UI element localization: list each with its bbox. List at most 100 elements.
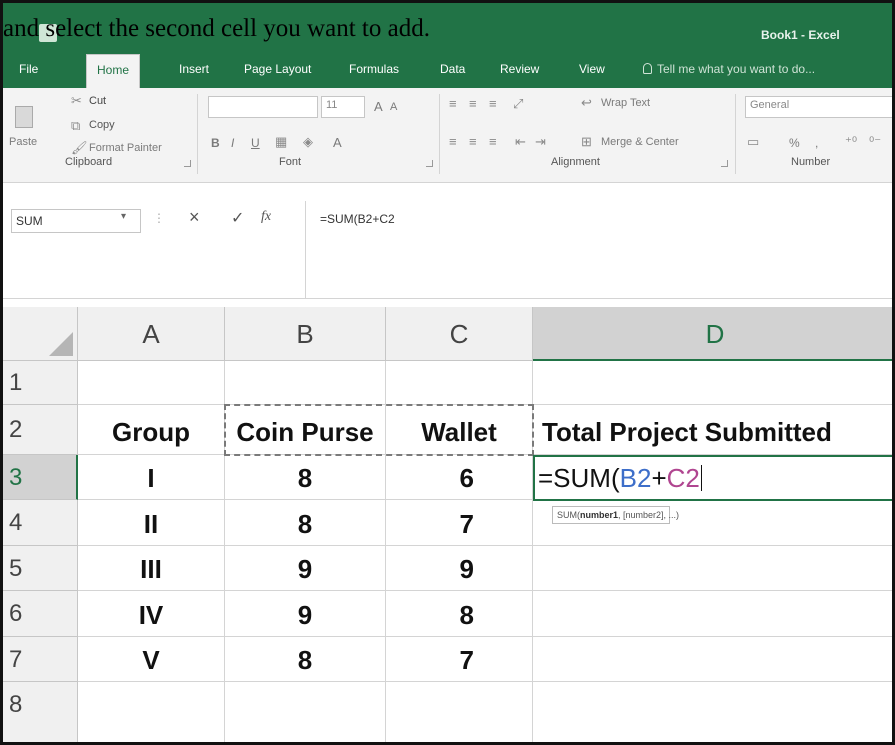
tab-page-layout[interactable]: Page Layout (244, 62, 311, 76)
tab-view[interactable]: View (579, 62, 605, 76)
column-header-b[interactable]: B (225, 307, 386, 361)
ribbon-tabs: File Home Insert Page Layout Formulas Da… (3, 48, 892, 88)
row-header-5[interactable]: 5 (3, 546, 78, 591)
cell-b8[interactable] (225, 682, 386, 742)
table-cell[interactable]: 7 (386, 637, 533, 682)
fill-color-icon[interactable]: ◈ (303, 134, 313, 150)
font-size-field[interactable]: 11 (321, 96, 365, 118)
row-header-6[interactable]: 6 (3, 591, 78, 637)
cell-a2-header[interactable]: Group (78, 405, 225, 455)
row-header-2[interactable]: 2 (3, 405, 78, 455)
align-right-icon[interactable]: ≡ (489, 134, 497, 149)
table-cell[interactable]: 9 (386, 546, 533, 591)
underline-button[interactable]: U (251, 136, 260, 150)
tab-data[interactable]: Data (440, 62, 465, 76)
bottom-align-icon[interactable]: ≡ (489, 96, 497, 111)
row-header-3[interactable]: 3 (3, 455, 78, 500)
cell-d2-header[interactable]: Total Project Submitted (533, 405, 892, 455)
cell-a8[interactable] (78, 682, 225, 742)
table-cell[interactable]: V (78, 637, 225, 682)
cell-d7[interactable] (533, 637, 892, 682)
align-left-icon[interactable]: ≡ (449, 134, 457, 149)
active-cell-d3[interactable]: =SUM(B2+C2 (533, 455, 892, 501)
tell-me-search[interactable]: Tell me what you want to do... (643, 62, 815, 76)
row-header-4[interactable]: 4 (3, 500, 78, 546)
lightbulb-icon (643, 63, 652, 74)
tooltip-arg1[interactable]: number1 (580, 510, 618, 520)
group-divider (197, 94, 198, 174)
table-cell[interactable]: 7 (386, 500, 533, 546)
orientation-icon[interactable]: ⤢ (513, 96, 523, 112)
tab-insert[interactable]: Insert (179, 62, 209, 76)
paste-icon[interactable] (15, 106, 33, 128)
cell-a1[interactable] (78, 361, 225, 405)
table-cell[interactable]: 8 (225, 455, 386, 500)
cell-b1[interactable] (225, 361, 386, 405)
table-cell[interactable]: 8 (225, 500, 386, 546)
tab-home[interactable]: Home (86, 54, 141, 88)
top-align-icon[interactable]: ≡ (449, 96, 457, 111)
table-cell[interactable]: I (78, 455, 225, 500)
grow-font-button[interactable]: A (374, 99, 383, 114)
cell-c8[interactable] (386, 682, 533, 742)
drag-handle-icon[interactable]: ⋮ (153, 211, 165, 225)
paste-button[interactable]: Paste (9, 136, 37, 148)
cell-c2-header[interactable]: Wallet (386, 405, 533, 455)
shrink-font-button[interactable]: A (390, 101, 397, 113)
insert-function-button[interactable]: fx (261, 209, 271, 225)
borders-icon[interactable]: ▦ (275, 134, 287, 150)
cancel-icon[interactable]: × (189, 207, 200, 228)
table-cell[interactable]: IV (78, 591, 225, 637)
decrease-indent-icon[interactable]: ⇤ (515, 134, 526, 150)
increase-decimal-icon[interactable]: ⁺⁰ (845, 134, 857, 150)
font-color-button[interactable]: A (333, 135, 342, 150)
cut-button[interactable]: Cut (89, 95, 106, 107)
tab-review[interactable]: Review (500, 62, 539, 76)
alignment-launcher-icon[interactable] (721, 160, 728, 167)
formula-input[interactable]: =SUM(B2+C2 (305, 201, 892, 299)
row-header-8[interactable]: 8 (3, 682, 78, 742)
formula-prefix: =SUM( (538, 463, 620, 493)
font-launcher-icon[interactable] (426, 160, 433, 167)
table-cell[interactable]: II (78, 500, 225, 546)
format-painter-button[interactable]: Format Painter (89, 142, 162, 154)
clipboard-launcher-icon[interactable] (184, 160, 191, 167)
decrease-decimal-icon[interactable]: ⁰⁻ (869, 134, 881, 150)
increase-indent-icon[interactable]: ⇥ (535, 134, 546, 150)
copy-button[interactable]: Copy (89, 119, 115, 131)
cell-d8[interactable] (533, 682, 892, 742)
tab-formulas[interactable]: Formulas (349, 62, 399, 76)
bold-button[interactable]: B (211, 136, 220, 150)
row-header-7[interactable]: 7 (3, 637, 78, 682)
number-format-field[interactable]: General (745, 96, 892, 118)
middle-align-icon[interactable]: ≡ (469, 96, 477, 111)
comma-button[interactable]: , (815, 136, 818, 150)
cell-d6[interactable] (533, 591, 892, 637)
wrap-text-button[interactable]: Wrap Text (601, 97, 650, 109)
align-center-icon[interactable]: ≡ (469, 134, 477, 149)
table-cell[interactable]: 6 (386, 455, 533, 500)
cell-b2-header[interactable]: Coin Purse (225, 405, 386, 455)
table-cell[interactable]: 8 (225, 637, 386, 682)
cell-c1[interactable] (386, 361, 533, 405)
table-cell[interactable]: III (78, 546, 225, 591)
column-header-a[interactable]: A (78, 307, 225, 361)
table-cell[interactable]: 8 (386, 591, 533, 637)
cell-d1[interactable] (533, 361, 892, 405)
cell-d5[interactable] (533, 546, 892, 591)
italic-button[interactable]: I (231, 136, 234, 150)
enter-icon[interactable]: ✓ (231, 208, 244, 228)
tab-file[interactable]: File (19, 62, 38, 76)
table-cell[interactable]: 9 (225, 546, 386, 591)
accounting-format-icon[interactable]: ▭ (747, 134, 759, 150)
column-header-c[interactable]: C (386, 307, 533, 361)
alignment-group-label: Alignment (551, 156, 600, 168)
select-all-button[interactable] (3, 307, 78, 361)
table-cell[interactable]: 9 (225, 591, 386, 637)
column-header-d[interactable]: D (533, 307, 892, 361)
row-header-1[interactable]: 1 (3, 361, 78, 405)
font-name-field[interactable] (208, 96, 318, 118)
percent-button[interactable]: % (789, 136, 800, 150)
chevron-down-icon[interactable]: ▾ (121, 211, 126, 222)
merge-center-button[interactable]: Merge & Center (601, 136, 679, 148)
